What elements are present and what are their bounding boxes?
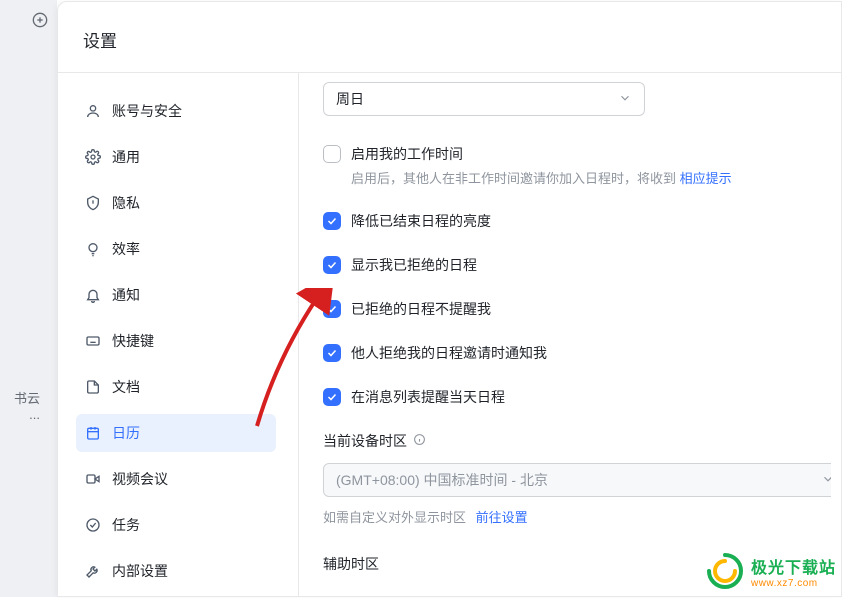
option-label: 显示我已拒绝的日程 [351, 255, 477, 275]
sidebar-item-calendar[interactable]: 日历 [76, 414, 276, 452]
sidebar-item-video[interactable]: 视频会议 [76, 460, 276, 498]
page-title: 设置 [83, 27, 117, 52]
notify-on-decline-option[interactable]: 他人拒绝我的日程邀请时通知我 [323, 343, 831, 363]
sidebar-item-efficiency[interactable]: 效率 [76, 230, 276, 268]
work-hours-option[interactable]: 启用我的工作时间 启用后，其他人在非工作时间邀请你加入日程时，将收到 相应提示 [323, 144, 831, 187]
timezone-hint: 如需自定义对外显示时区 前往设置 [323, 507, 831, 526]
calendar-settings-content: 周日 启用我的工作时间 启用后，其他人在非工作时间邀请你加入日程时，将收到 相应… [323, 82, 831, 596]
select-value: 周日 [336, 89, 364, 109]
sidebar-item-account[interactable]: 账号与安全 [76, 92, 276, 130]
check-circle-icon [84, 516, 102, 534]
option-label: 降低已结束日程的亮度 [351, 211, 491, 231]
sidebar-item-label: 通用 [112, 147, 140, 167]
timezone-section-label: 当前设备时区 [323, 431, 831, 451]
aux-timezone-label: 辅助时区 [323, 554, 831, 574]
timezone-select[interactable]: (GMT+08:00) 中国标准时间 - 北京 [323, 463, 831, 497]
checkbox-checked-icon[interactable] [323, 300, 341, 318]
sidebar-item-label: 通知 [112, 285, 140, 305]
sidebar-item-docs[interactable]: 文档 [76, 368, 276, 406]
add-icon[interactable] [32, 12, 48, 31]
keyboard-icon [84, 332, 102, 350]
sidebar-item-label: 视频会议 [112, 469, 168, 489]
sidebar-item-label: 快捷键 [112, 331, 154, 351]
checkbox-checked-icon[interactable] [323, 256, 341, 274]
bell-icon [84, 286, 102, 304]
sidebar-item-label: 隐私 [112, 193, 140, 213]
sidebar-item-label: 效率 [112, 239, 140, 259]
chevron-down-icon [821, 472, 831, 489]
sidebar-item-privacy[interactable]: 隐私 [76, 184, 276, 222]
week-start-select[interactable]: 周日 [323, 82, 645, 116]
option-label: 在消息列表提醒当天日程 [351, 387, 505, 407]
wrench-icon [84, 562, 102, 580]
no-remind-declined-option[interactable]: 已拒绝的日程不提醒我 [323, 299, 831, 319]
goto-settings-link[interactable]: 前往设置 [476, 510, 528, 525]
checkbox-checked-icon[interactable] [323, 388, 341, 406]
sidebar-item-internal[interactable]: 内部设置 [76, 552, 276, 590]
gear-icon [84, 148, 102, 166]
sidebar-item-general[interactable]: 通用 [76, 138, 276, 176]
select-value: (GMT+08:00) 中国标准时间 - 北京 [336, 470, 548, 490]
sidebar-item-label: 任务 [112, 515, 140, 535]
option-label: 启用我的工作时间 [351, 144, 732, 164]
checkbox-unchecked-icon[interactable] [323, 145, 341, 163]
info-icon[interactable] [413, 433, 426, 449]
video-icon [84, 470, 102, 488]
sidebar-item-label: 内部设置 [112, 561, 168, 581]
checkbox-checked-icon[interactable] [323, 344, 341, 362]
sidebar-item-label: 文档 [112, 377, 140, 397]
msg-list-remind-option[interactable]: 在消息列表提醒当天日程 [323, 387, 831, 407]
sidebar-item-tasks[interactable]: 任务 [76, 506, 276, 544]
sidebar-item-shortcuts[interactable]: 快捷键 [76, 322, 276, 360]
settings-sidebar: 账号与安全 通用 隐私 效率 通知 [76, 92, 276, 598]
shield-icon [84, 194, 102, 212]
calendar-icon [84, 424, 102, 442]
user-icon [84, 102, 102, 120]
option-label: 他人拒绝我的日程邀请时通知我 [351, 343, 547, 363]
hint-link[interactable]: 相应提示 [680, 171, 732, 186]
option-description: 启用后，其他人在非工作时间邀请你加入日程时，将收到 相应提示 [351, 168, 732, 187]
lightbulb-icon [84, 240, 102, 258]
checkbox-checked-icon[interactable] [323, 212, 341, 230]
cloud-doc-label: 书云 ... [0, 388, 40, 422]
settings-panel: 设置 账号与安全 通用 隐私 效率 [57, 1, 842, 597]
option-label: 已拒绝的日程不提醒我 [351, 299, 491, 319]
sidebar-item-label: 日历 [112, 423, 140, 443]
document-icon [84, 378, 102, 396]
chevron-down-icon [618, 91, 632, 108]
dim-ended-option[interactable]: 降低已结束日程的亮度 [323, 211, 831, 231]
show-declined-option[interactable]: 显示我已拒绝的日程 [323, 255, 831, 275]
sidebar-item-label: 账号与安全 [112, 101, 182, 121]
sidebar-item-notifications[interactable]: 通知 [76, 276, 276, 314]
